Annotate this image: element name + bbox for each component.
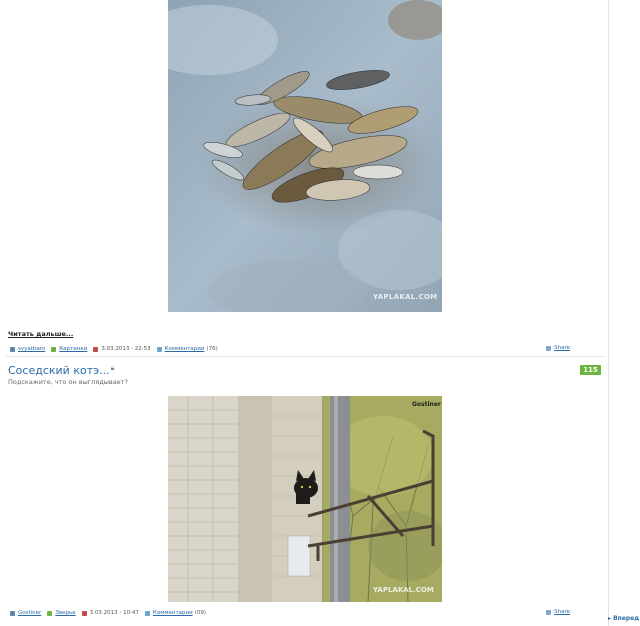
next-arrow-icon: ▸ <box>608 615 612 622</box>
post1-share-link[interactable]: Share <box>546 345 570 351</box>
cat-photo[interactable]: Gostiner YAPLAKAL.COM <box>168 396 442 602</box>
comments-icon <box>144 610 150 616</box>
fish-on-ice-image: YAPLAKAL.COM <box>168 0 442 312</box>
post2-title-link[interactable]: Соседский котэ...🔒︎ <box>8 364 114 377</box>
image-watermark: YAPLAKAL.COM <box>372 586 434 594</box>
post1-share-label: Share <box>554 345 570 351</box>
category-arrow-icon <box>47 610 53 616</box>
post2-share-link[interactable]: Share <box>546 609 570 615</box>
post2-title: Соседский котэ... <box>8 364 110 377</box>
calendar-icon <box>93 346 99 352</box>
lock-icon: 🔒︎ <box>110 364 115 372</box>
image-signature: Gostiner <box>412 401 441 408</box>
post2-comments-count: (09) <box>194 610 206 616</box>
post2-subtitle: Подскажите, что он выглядывает? <box>8 378 128 386</box>
cat-on-ledge-image: Gostiner YAPLAKAL.COM <box>168 396 442 602</box>
post2-category-link[interactable]: Зверье <box>55 610 75 616</box>
post1-category-link[interactable]: Картинки <box>59 346 87 352</box>
post2-datetime: 3.03.2013 - 10:47 <box>89 610 139 616</box>
user-icon <box>10 346 15 352</box>
share-icon <box>546 345 552 351</box>
post1-comments-count: (76) <box>206 346 218 352</box>
next-page-label: Вперед <box>613 615 640 622</box>
calendar-icon <box>81 610 87 616</box>
next-page-link[interactable]: ▸ Вперед <box>608 615 639 622</box>
post1-author-link[interactable]: svyatbaro <box>18 346 45 352</box>
post2-share-label: Share <box>554 609 570 615</box>
rating-badge[interactable]: 115 <box>580 365 601 375</box>
comments-icon <box>156 346 162 352</box>
user-icon <box>10 610 15 616</box>
category-arrow-icon <box>51 346 57 352</box>
post2-meta: Gostiner Зверье 3.03.2013 - 10:47 Коммен… <box>8 608 206 618</box>
post1-comments-link[interactable]: Комментарии <box>165 346 205 352</box>
share-icon <box>546 609 552 615</box>
posts-column: YAPLAKAL.COM Читать дальше... svyatbaro … <box>0 0 609 626</box>
post2-comments-link[interactable]: Комментарии <box>153 610 193 616</box>
read-more-link[interactable]: Читать дальше... <box>8 330 73 338</box>
post2-author-link[interactable]: Gostiner <box>18 610 41 616</box>
post1-datetime: 3.03.2013 - 22:53 <box>101 346 151 352</box>
post-divider <box>6 356 604 357</box>
fish-photo[interactable]: YAPLAKAL.COM <box>168 0 442 312</box>
post1-meta: svyatbaro Картинки 3.03.2013 - 22:53 Ком… <box>8 344 218 354</box>
image-watermark: YAPLAKAL.COM <box>372 293 437 301</box>
